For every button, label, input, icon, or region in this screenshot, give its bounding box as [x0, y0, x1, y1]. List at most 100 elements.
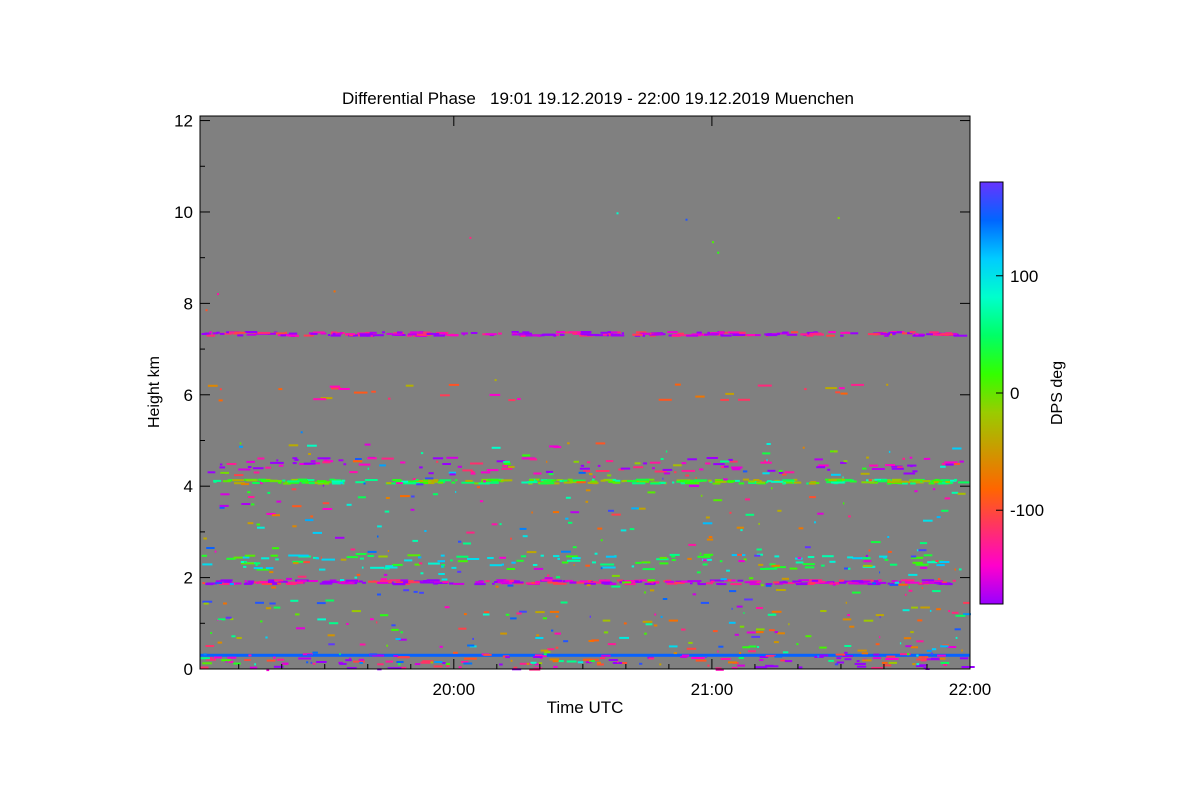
- data-cell: [807, 556, 815, 558]
- data-cell: [432, 457, 444, 460]
- data-cell: [418, 556, 422, 559]
- data-cell: [252, 482, 260, 484]
- data-cell: [395, 638, 401, 640]
- data-cell: [909, 479, 923, 482]
- data-cell: [868, 549, 871, 552]
- data-cell: [393, 333, 403, 336]
- data-cell: [209, 331, 212, 334]
- data-cell: [389, 579, 401, 582]
- data-cell: [647, 579, 655, 582]
- data-cell: [244, 659, 251, 661]
- data-cell: [873, 653, 880, 656]
- data-cell: [792, 580, 802, 583]
- data-cell: [511, 333, 525, 336]
- data-cell: [247, 491, 251, 494]
- data-cell: [237, 334, 244, 337]
- data-cell: [449, 473, 456, 476]
- data-cell: [699, 468, 704, 471]
- data-cell: [533, 656, 543, 658]
- data-cell: [423, 479, 429, 482]
- data-cell: [939, 561, 950, 563]
- data-cell: [250, 582, 254, 585]
- data-cell: [441, 565, 444, 568]
- data-cell: [598, 579, 610, 582]
- data-cell: [400, 461, 406, 464]
- data-cell: [777, 632, 785, 635]
- data-cell: [586, 584, 591, 587]
- data-cell: [441, 578, 448, 581]
- data-cell: [633, 466, 644, 469]
- data-cell: [322, 502, 330, 505]
- data-cell: [384, 510, 390, 513]
- data-cell: [845, 601, 847, 604]
- data-cell: [219, 388, 222, 391]
- data-cell: [207, 471, 216, 474]
- data-cell: [805, 635, 812, 638]
- data-cell: [271, 586, 277, 589]
- data-cell: [889, 583, 899, 586]
- data-cell: [382, 331, 385, 334]
- data-cell: [631, 507, 639, 510]
- data-cell: [848, 567, 851, 570]
- data-cell: [881, 661, 888, 664]
- data-cell: [765, 654, 776, 657]
- data-cell: [745, 498, 750, 501]
- data-cell: [607, 643, 616, 646]
- data-cell: [744, 581, 757, 584]
- data-cell: [828, 331, 836, 334]
- data-cell: [276, 459, 279, 462]
- data-cell: [310, 661, 313, 664]
- plot-area: [199, 115, 975, 672]
- data-cell: [840, 334, 844, 337]
- data-cell: [731, 466, 743, 469]
- data-cell: [809, 496, 816, 499]
- data-cell: [549, 610, 560, 613]
- data-cell: [621, 332, 624, 335]
- data-cell: [671, 555, 676, 558]
- data-cell: [936, 564, 945, 567]
- data-cell: [696, 331, 702, 334]
- data-cell: [560, 601, 568, 604]
- data-cell: [260, 581, 268, 584]
- data-cell: [945, 481, 951, 483]
- data-cell: [500, 479, 513, 482]
- data-cell: [404, 559, 413, 562]
- data-cell: [231, 635, 236, 638]
- data-cell: [672, 481, 675, 484]
- data-cell: [760, 568, 770, 570]
- data-cell: [540, 554, 544, 557]
- data-cell: [961, 649, 963, 652]
- data-cell: [474, 583, 486, 586]
- data-cell: [732, 468, 741, 471]
- data-cell: [668, 619, 678, 622]
- data-cell: [819, 646, 827, 649]
- data-cell: [869, 464, 879, 467]
- data-cell: [256, 523, 261, 526]
- data-cell: [902, 609, 910, 612]
- data-cell: [270, 461, 284, 464]
- data-cell: [647, 491, 656, 494]
- data-cell: [329, 385, 340, 388]
- data-cell: [563, 640, 569, 643]
- data-cell: [738, 398, 750, 401]
- data-cell: [667, 331, 678, 334]
- data-cell: [407, 554, 421, 557]
- data-cell: [363, 482, 366, 485]
- data-cell: [353, 391, 368, 394]
- data-cell: [501, 467, 513, 470]
- data-cell: [426, 332, 440, 335]
- data-cell: [213, 656, 222, 659]
- data-cell: [345, 333, 355, 336]
- data-cell: [585, 564, 590, 567]
- data-cell: [920, 566, 928, 569]
- data-cell: [203, 602, 209, 605]
- data-cell: [600, 539, 603, 542]
- data-cell: [252, 467, 264, 470]
- data-cell: [608, 509, 614, 512]
- data-cell: [355, 553, 367, 555]
- data-cell: [565, 496, 571, 499]
- data-cell: [955, 636, 958, 639]
- data-cell: [246, 333, 257, 336]
- data-cell: [476, 486, 480, 489]
- data-cell: [629, 528, 635, 531]
